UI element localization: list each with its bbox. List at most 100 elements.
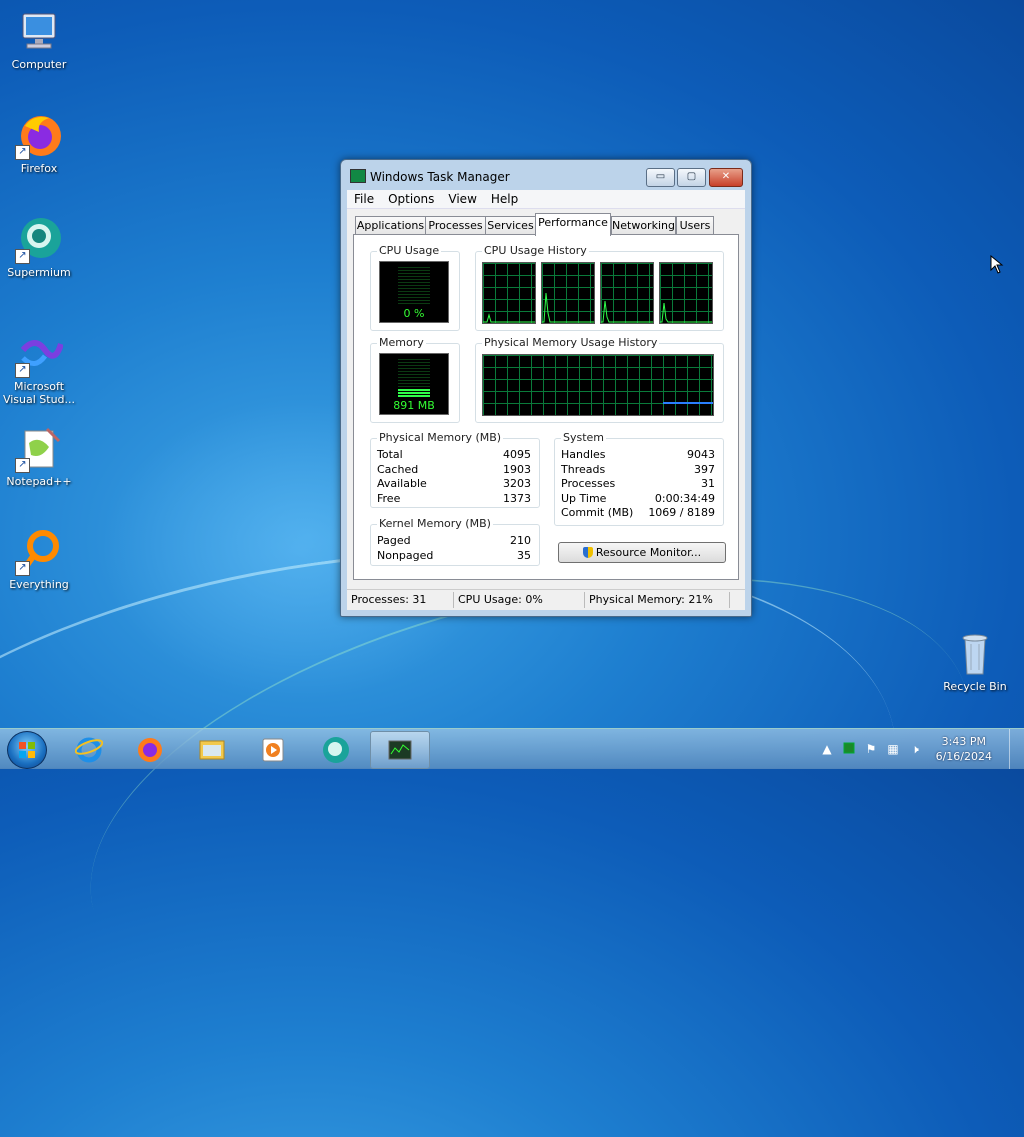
taskbar-media-player[interactable] [246,731,300,767]
close-button[interactable]: ✕ [709,168,743,187]
status-bar: Processes: 31 CPU Usage: 0% Physical Mem… [347,589,745,610]
taskbar-file-explorer[interactable] [185,731,239,767]
stat-value: 1373 [503,492,531,505]
visual-studio-icon: ↗ [15,330,64,378]
supermium-icon: ↗ [15,216,63,264]
tab-services[interactable]: Services [485,216,536,235]
desktop-icon-recycle-bin[interactable]: Recycle Bin [937,630,1013,693]
task-manager-icon [388,740,412,760]
stat-label: Paged [377,534,411,547]
tab-processes[interactable]: Processes [425,216,486,235]
window-title: Windows Task Manager [370,170,510,184]
stat-value: 1069 / 8189 [648,506,715,519]
kernel-memory-label: Kernel Memory (MB) [377,517,493,530]
physical-memory-label: Physical Memory (MB) [377,431,504,444]
network-icon[interactable]: ▦ [886,742,900,756]
cpu-history-label: CPU Usage History [482,244,589,257]
clock[interactable]: 3:43 PM 6/16/2024 [936,734,992,764]
stat-label: Commit (MB) [561,506,634,519]
tab-networking[interactable]: Networking [611,216,676,235]
stat-label: Threads [561,463,606,476]
show-hidden-icons-icon[interactable]: ▲ [820,742,834,756]
stat-label: Available [377,477,427,490]
task-manager-title-icon [350,169,366,183]
resource-monitor-label: Resource Monitor... [595,546,702,559]
memory-history-label: Physical Memory Usage History [482,336,660,349]
title-bar[interactable]: Windows Task Manager ▭ ▢ ✕ [341,160,751,190]
menu-file[interactable]: File [347,190,381,208]
status-divider [453,592,454,608]
tab-applications[interactable]: Applications [355,216,426,235]
taskbar-firefox[interactable] [123,731,177,767]
cpu-history-group: CPU Usage History [475,244,724,331]
stat-row-processes: Processes 31 [561,477,715,491]
stat-row-nonpaged: Nonpaged 35 [377,549,531,563]
stat-row-available: Available 3203 [377,477,531,491]
memory-value: 891 MB [393,399,435,412]
cpu-usage-group: CPU Usage 0 % [370,244,460,331]
menu-options[interactable]: Options [381,190,441,208]
stat-row-handles: Handles 9043 [561,448,715,462]
tab-performance[interactable]: Performance [535,213,611,236]
supermium-icon [323,737,349,763]
cpu-history-graph-core-2 [541,262,595,324]
resource-monitor-button[interactable]: Resource Monitor... [558,542,726,563]
stat-label: Handles [561,448,606,461]
internet-explorer-icon [75,737,103,763]
cpu-usage-value: 0 % [403,307,425,320]
memory-history-group: Physical Memory Usage History [475,336,724,423]
taskbar: ▲ ⚑ ▦ 🕨 3:43 PM 6/16/2024 [0,728,1024,769]
desktop-icon-computer[interactable]: Computer [1,8,77,71]
stat-value: 397 [694,463,715,476]
status-divider [729,592,730,608]
task-manager-tray-icon[interactable] [842,742,856,756]
shortcut-arrow-icon: ↗ [15,363,30,378]
taskbar-supermium[interactable] [309,731,363,767]
desktop-icon-everything[interactable]: ↗ Everything [1,528,77,591]
desktop-icon-label: Everything [9,578,69,591]
computer-icon [15,8,63,56]
desktop-icon-visual-studio[interactable]: ↗ Microsoft Visual Stud... [1,330,77,406]
stat-value: 31 [701,477,715,490]
desktop-icon-firefox[interactable]: ↗ Firefox [1,112,77,175]
media-player-icon [262,738,284,762]
shortcut-arrow-icon: ↗ [15,561,30,576]
file-explorer-icon [199,740,225,760]
physical-memory-group: Physical Memory (MB) Total 4095 Cached 190… [370,431,540,508]
performance-panel: CPU Usage 0 % CPU Usage History Memory 8… [353,234,739,580]
clock-date: 6/16/2024 [935,750,992,763]
uac-shield-icon [582,547,593,558]
stat-label: Total [377,448,403,461]
cpu-history-graph-core-3 [600,262,654,324]
stat-row-uptime: Up Time 0:00:34:49 [561,492,715,506]
stat-value: 4095 [503,448,531,461]
action-center-flag-icon[interactable]: ⚑ [864,742,878,756]
firefox-icon: ↗ [15,112,63,160]
stat-row-free: Free 1373 [377,492,531,506]
show-desktop-button[interactable] [1009,729,1024,769]
task-manager-window[interactable]: Windows Task Manager ▭ ▢ ✕ File Options Vi… [340,159,752,617]
status-cpu: CPU Usage: 0% [458,593,543,606]
taskbar-task-manager[interactable] [370,731,430,769]
menu-help[interactable]: Help [484,190,525,208]
stat-row-total: Total 4095 [377,448,531,462]
menu-view[interactable]: View [441,190,483,208]
volume-muted-icon[interactable]: 🕨 [908,742,922,756]
tab-users[interactable]: Users [676,216,714,235]
maximize-button[interactable]: ▢ [677,168,706,187]
desktop-icon-notepadpp[interactable]: ↗ Notepad++ [1,425,77,488]
stat-label: Up Time [561,492,607,505]
desktop-icon-supermium[interactable]: ↗ Supermium [1,216,77,279]
stat-value: 3203 [503,477,531,490]
stat-label: Cached [377,463,419,476]
firefox-icon [138,738,162,762]
minimize-button[interactable]: ▭ [646,168,675,187]
mouse-cursor-icon [990,255,1004,274]
stat-row-commit: Commit (MB) 1069 / 8189 [561,506,715,520]
system-label: System [561,431,607,444]
taskbar-internet-explorer[interactable] [62,731,116,767]
menu-bar: File Options View Help [347,190,745,209]
window-client: File Options View Help Applications Process… [347,190,745,610]
start-button[interactable] [7,731,47,769]
stat-label: Processes [561,477,616,490]
